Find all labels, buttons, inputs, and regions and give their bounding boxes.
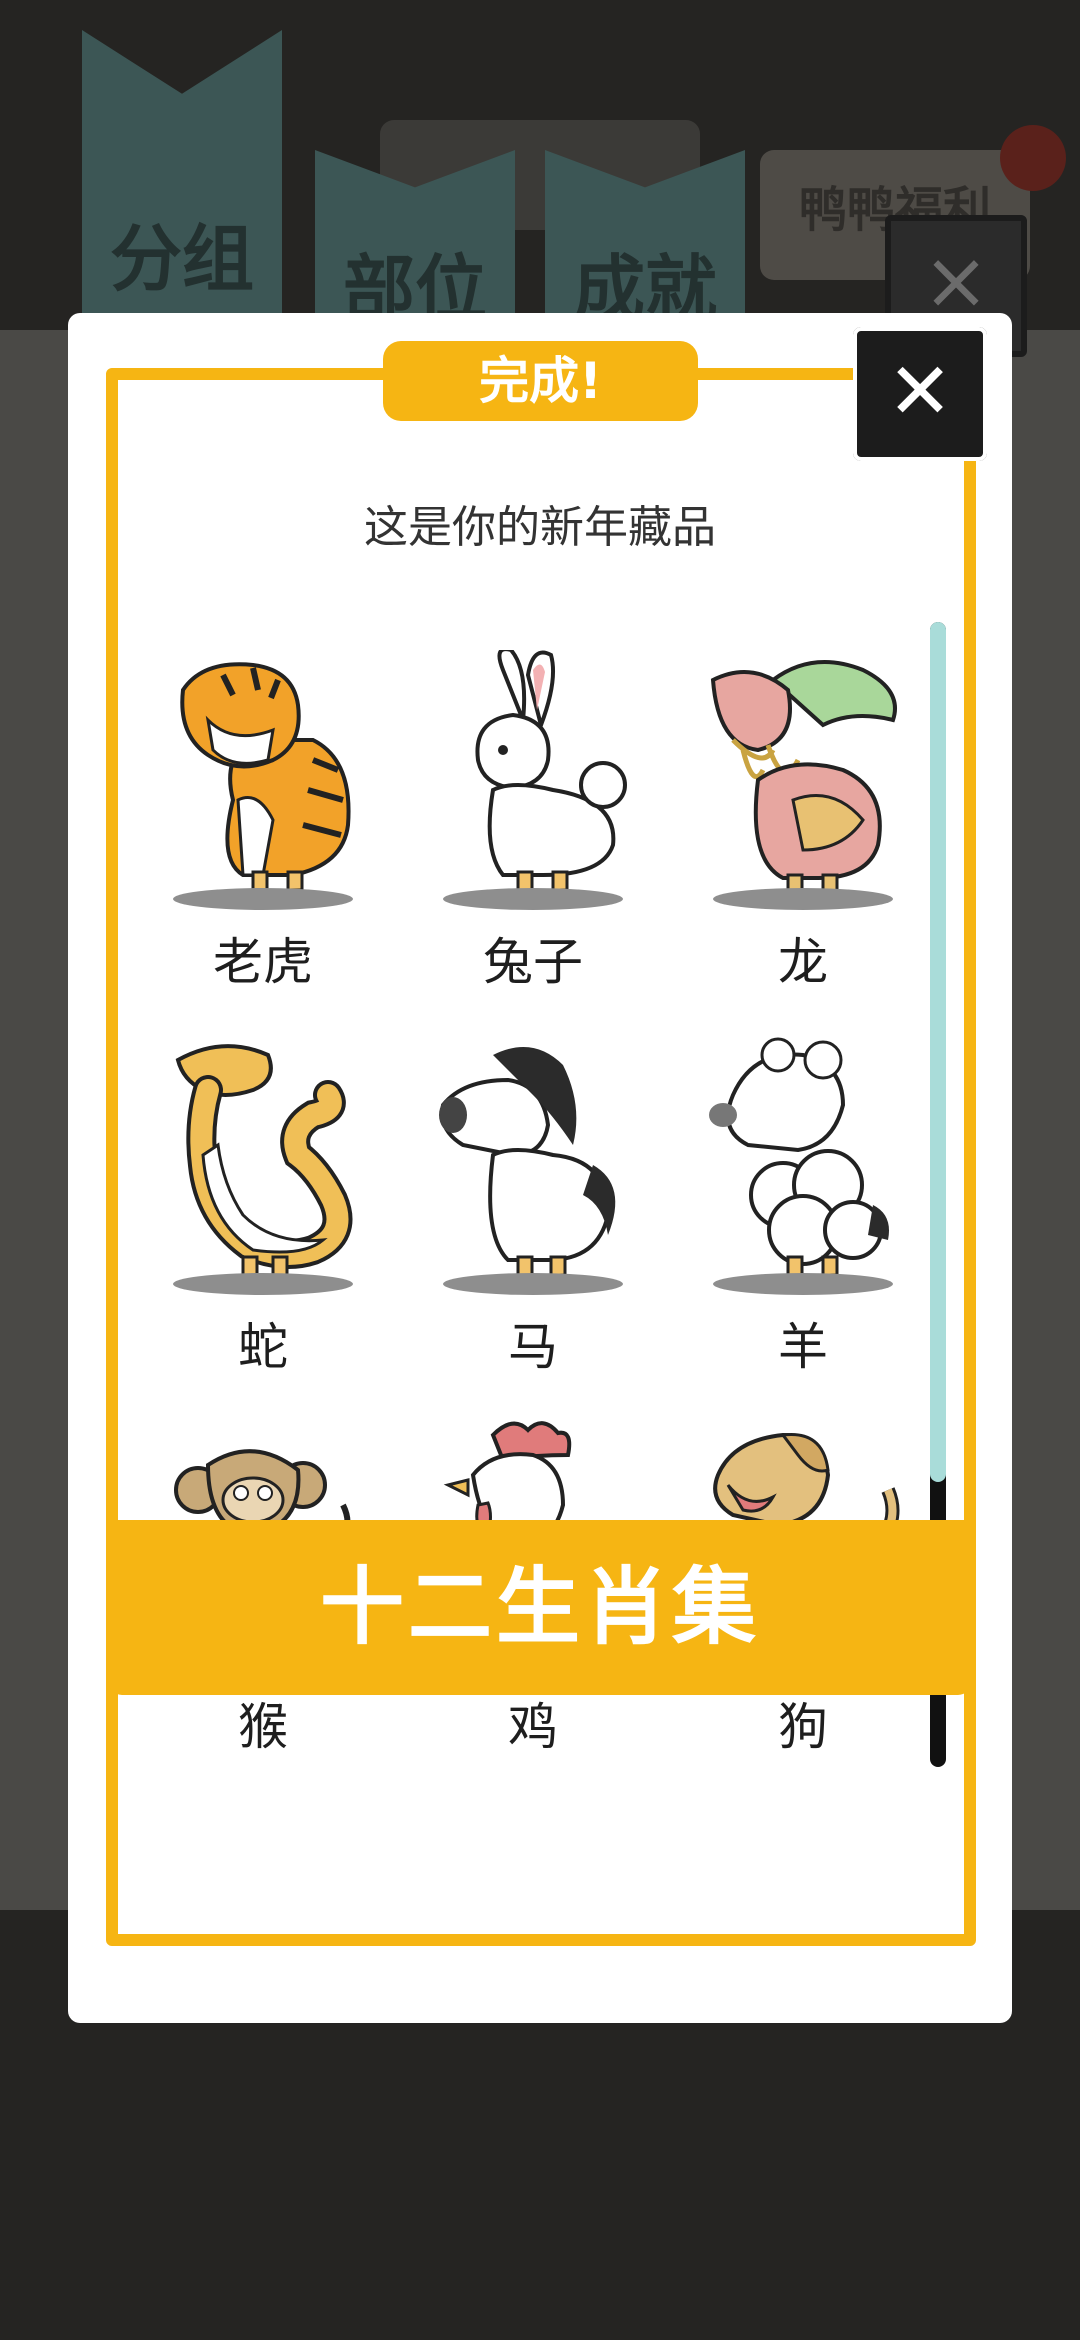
- collection-item[interactable]: 龙: [668, 650, 938, 1010]
- tiger-icon: [180, 662, 351, 892]
- item-shadow: [713, 888, 893, 910]
- tab-group: 分组: [82, 30, 282, 320]
- collection-item[interactable]: 蛇: [128, 1035, 398, 1395]
- item-name: 马: [508, 1318, 558, 1376]
- collection-item[interactable]: 羊: [668, 1035, 938, 1395]
- item-shadow: [443, 888, 623, 910]
- snake-icon: [175, 1044, 353, 1277]
- item-shadow: [713, 1273, 893, 1295]
- item-name: 老虎: [213, 933, 313, 991]
- background-panel-right: [1010, 330, 1080, 1910]
- item-name: 猴: [238, 1698, 288, 1756]
- collection-item[interactable]: 马: [398, 1035, 668, 1395]
- rabbit-icon: [475, 650, 627, 892]
- item-shadow: [443, 1273, 623, 1295]
- item-name: 羊: [778, 1318, 828, 1376]
- item-name: 狗: [778, 1698, 828, 1756]
- horse-icon: [439, 1047, 616, 1277]
- scrollbar-thumb[interactable]: [930, 622, 946, 1482]
- collection-item[interactable]: 老虎: [128, 650, 398, 1010]
- close-button[interactable]: ✕: [853, 327, 987, 461]
- collection-item[interactable]: 兔子: [398, 650, 668, 1010]
- notification-dot: [1000, 125, 1066, 191]
- item-name: 龙: [778, 933, 828, 991]
- item-shadow: [173, 1273, 353, 1295]
- item-name: 鸡: [508, 1698, 558, 1756]
- close-icon: ✕: [887, 347, 953, 437]
- collection-title: 十二生肖集: [319, 1558, 760, 1656]
- background-panel-left: [0, 330, 70, 1910]
- done-badge: 完成!: [383, 341, 698, 421]
- item-name: 兔子: [483, 933, 583, 991]
- dragon-icon: [710, 660, 897, 893]
- modal-subtitle: 这是你的新年藏品: [364, 502, 716, 553]
- sheep-icon: [709, 1037, 889, 1277]
- item-shadow: [173, 888, 353, 910]
- item-name: 蛇: [238, 1318, 288, 1376]
